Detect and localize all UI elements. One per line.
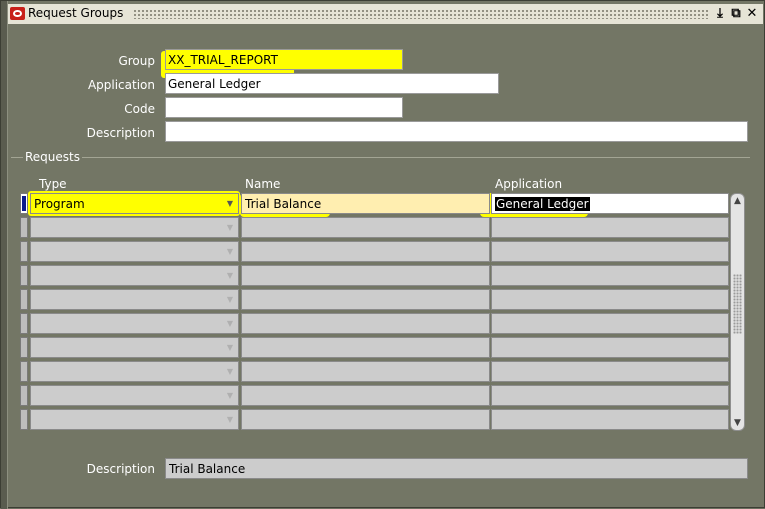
requests-section-label: Requests [23,150,82,164]
type-select[interactable]: ▼ [30,361,239,382]
row-indicator[interactable] [20,385,28,406]
type-select[interactable]: ▼ [30,265,239,286]
application-cell[interactable] [491,409,729,430]
type-select[interactable]: ▼ [30,385,239,406]
group-field[interactable]: XX_TRIAL_REPORT [165,49,403,70]
table-scrollbar[interactable]: ▲ ▼ [730,193,745,431]
requests-divider [11,157,750,158]
name-cell[interactable]: Trial Balance [241,193,490,214]
application-cell[interactable] [491,361,729,382]
row-indicator[interactable] [20,217,28,238]
code-label: Code [124,102,155,116]
type-select[interactable]: ▼ [30,313,239,334]
title-bar[interactable]: Request Groups ⤓ ⧉ ✕ [8,4,763,24]
application-cell[interactable] [491,289,729,310]
footer-description-label: Description [86,462,155,476]
close-icon[interactable]: ✕ [745,6,759,21]
name-cell[interactable] [241,265,490,286]
column-header-type: Type [39,177,67,191]
scroll-down-icon[interactable]: ▼ [732,417,743,429]
column-header-name: Name [245,177,281,191]
application-field[interactable]: General Ledger [165,73,499,94]
type-select[interactable]: ▼ [30,289,239,310]
row-indicator[interactable] [20,241,28,262]
chevron-down-icon[interactable]: ▼ [224,269,236,283]
chevron-down-icon[interactable]: ▼ [224,365,236,379]
type-value: Program [34,197,85,211]
row-indicator[interactable] [20,313,28,334]
type-select[interactable]: ▼ [30,217,239,238]
application-cell[interactable]: General Ledger [491,193,729,214]
application-cell[interactable] [491,217,729,238]
group-value: XX_TRIAL_REPORT [168,53,278,67]
name-cell[interactable] [241,289,490,310]
application-cell[interactable] [491,337,729,358]
chevron-down-icon[interactable]: ▼ [224,293,236,307]
type-select[interactable]: ▼ [30,337,239,358]
name-cell[interactable] [241,241,490,262]
window-title: Request Groups [28,6,124,20]
row-indicator[interactable] [20,265,28,286]
description-field[interactable] [165,121,748,142]
row-indicator-active[interactable] [20,193,28,214]
name-cell[interactable] [241,313,490,334]
chevron-down-icon[interactable]: ▼ [224,341,236,355]
request-groups-window: Request Groups ⤓ ⧉ ✕ Group XX_TRIAL_REPO… [0,0,765,509]
type-select[interactable]: ▼ [30,409,239,430]
application-label: Application [87,78,155,92]
column-header-application: Application [495,177,563,191]
scroll-thumb[interactable] [733,274,742,334]
oracle-logo-icon [10,7,25,20]
chevron-down-icon[interactable]: ▼ [224,221,236,235]
chevron-down-icon[interactable]: ▼ [224,245,236,259]
type-select[interactable]: Program ▼ [30,193,239,214]
scroll-up-icon[interactable]: ▲ [732,195,743,207]
application-cell[interactable] [491,385,729,406]
title-bar-grip[interactable] [133,9,708,19]
application-cell[interactable] [491,265,729,286]
name-cell[interactable] [241,337,490,358]
application-cell[interactable] [491,241,729,262]
group-label: Group [118,54,155,68]
name-value: Trial Balance [245,197,322,211]
chevron-down-icon[interactable]: ▼ [224,317,236,331]
footer-description-field: Trial Balance [165,458,748,479]
chevron-down-icon[interactable]: ▼ [224,197,236,211]
name-cell[interactable] [241,217,490,238]
application-value: General Ledger [168,77,261,91]
name-cell[interactable] [241,361,490,382]
chevron-down-icon[interactable]: ▼ [224,389,236,403]
left-edge-strip [1,1,8,509]
minimize-icon[interactable]: ⤓ [713,6,727,21]
row-indicator[interactable] [20,361,28,382]
footer-description-value: Trial Balance [169,462,246,476]
name-cell[interactable] [241,385,490,406]
chevron-down-icon[interactable]: ▼ [224,413,236,427]
type-select[interactable]: ▼ [30,241,239,262]
maximize-icon[interactable]: ⧉ [729,6,743,21]
row-indicator[interactable] [20,289,28,310]
row-indicator[interactable] [20,337,28,358]
description-label: Description [86,126,155,140]
application-cell[interactable] [491,313,729,334]
row-indicator[interactable] [20,409,28,430]
application-value-selected: General Ledger [495,197,590,211]
code-field[interactable] [165,97,403,118]
name-cell[interactable] [241,409,490,430]
